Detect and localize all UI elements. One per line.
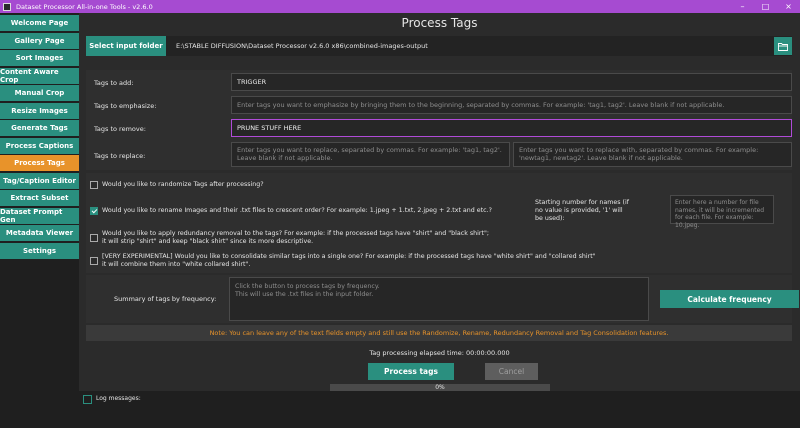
summary-placeholder-line1: Click the button to process tags by freq… bbox=[235, 283, 380, 290]
open-folder-button[interactable] bbox=[774, 37, 792, 55]
sidebar-item-tag-caption-editor[interactable]: Tag/Caption Editor bbox=[0, 172, 79, 189]
sidebar-item-generate-tags[interactable]: Generate Tags bbox=[0, 120, 79, 136]
sidebar-item-dataset-prompt-gen[interactable]: Dataset Prompt Gen bbox=[0, 207, 79, 224]
sidebar-item-gallery-page[interactable]: Gallery Page bbox=[0, 32, 79, 49]
log-panel: Log messages: bbox=[79, 391, 800, 428]
summary-output[interactable]: Click the button to process tags by freq… bbox=[229, 277, 649, 321]
select-input-folder-button[interactable]: Select input folder bbox=[86, 36, 166, 56]
sidebar-item-process-tags[interactable]: Process Tags bbox=[0, 155, 79, 171]
sidebar-item-resize-images[interactable]: Resize Images bbox=[0, 102, 79, 119]
window-controls: – □ × bbox=[731, 0, 800, 13]
sidebar-item-manual-crop[interactable]: Manual Crop bbox=[0, 85, 79, 101]
window-title: Dataset Processor All-in-one Tools - v2.… bbox=[16, 2, 153, 11]
sidebar-item-settings[interactable]: Settings bbox=[0, 242, 79, 259]
minimize-button[interactable]: – bbox=[731, 0, 754, 13]
sidebar-item-sort-images[interactable]: Sort Images bbox=[0, 50, 79, 66]
close-button[interactable]: × bbox=[777, 0, 800, 13]
options-panel: Would you like to randomize Tags after p… bbox=[86, 173, 792, 273]
rename-checkbox[interactable] bbox=[90, 207, 98, 215]
sidebar-item-welcome-page[interactable]: Welcome Page bbox=[0, 15, 79, 31]
main-content: Process Tags Select input folder E:\STAB… bbox=[79, 13, 800, 428]
sidebar-item-metadata-viewer[interactable]: Metadata Viewer bbox=[0, 225, 79, 241]
elapsed-time: Tag processing elapsed time: 00:00:00.00… bbox=[369, 349, 510, 357]
randomize-label: Would you like to randomize Tags after p… bbox=[102, 181, 264, 188]
tags-to-remove-label: Tags to remove: bbox=[94, 125, 146, 133]
page-title: Process Tags bbox=[401, 16, 478, 30]
log-messages-label: Log messages: bbox=[96, 395, 141, 402]
tags-to-remove-input[interactable]: PRUNE STUFF HERE bbox=[231, 119, 792, 137]
tag-fields-panel: Tags to add: TRIGGER Tags to emphasize: … bbox=[86, 70, 792, 170]
tags-to-add-input[interactable]: TRIGGER bbox=[231, 73, 792, 91]
summary-placeholder-line2: This will use the .txt files in the inpu… bbox=[235, 291, 374, 298]
note-text: Note: You can leave any of the text fiel… bbox=[86, 325, 792, 341]
consolidate-label-line1: [VERY EXPERIMENTAL] Would you like to co… bbox=[102, 253, 596, 260]
tags-to-replace-input[interactable]: Enter tags you want to replace, separate… bbox=[231, 142, 510, 167]
tags-to-emphasize-label: Tags to emphasize: bbox=[94, 102, 157, 110]
redundancy-label-line2: it will strip "shirt" and keep "black sh… bbox=[102, 238, 314, 245]
log-toggle-icon[interactable] bbox=[83, 395, 92, 404]
redundancy-checkbox[interactable] bbox=[90, 234, 98, 242]
tags-to-emphasize-input[interactable]: Enter tags you want to emphasize by brin… bbox=[231, 96, 792, 114]
title-bar: Dataset Processor All-in-one Tools - v2.… bbox=[0, 0, 800, 13]
sidebar: Welcome Page Gallery Page Sort Images Co… bbox=[0, 13, 79, 428]
consolidate-checkbox[interactable] bbox=[90, 257, 98, 265]
app-icon bbox=[3, 2, 11, 11]
randomize-checkbox[interactable] bbox=[90, 181, 98, 189]
tags-replace-with-input[interactable]: Enter tags you want to replace with, sep… bbox=[513, 142, 792, 167]
consolidate-label-line2: it will combine them into "white collare… bbox=[102, 261, 251, 268]
starting-number-input[interactable]: Enter here a number for file names, it w… bbox=[670, 195, 774, 229]
cancel-button[interactable]: Cancel bbox=[485, 363, 538, 380]
summary-panel: Summary of tags by frequency: Click the … bbox=[86, 275, 799, 323]
sidebar-item-process-captions[interactable]: Process Captions bbox=[0, 137, 79, 154]
summary-label: Summary of tags by frequency: bbox=[114, 295, 217, 303]
sidebar-item-content-aware-crop[interactable]: Content Aware Crop bbox=[0, 67, 79, 84]
redundancy-label-line1: Would you like to apply redundancy remov… bbox=[102, 230, 489, 237]
tags-to-add-label: Tags to add: bbox=[94, 79, 134, 87]
input-folder-path: E:\STABLE DIFFUSION\Dataset Processor v2… bbox=[176, 42, 428, 50]
rename-label: Would you like to rename Images and thei… bbox=[102, 207, 492, 214]
starting-number-label: Starting number for names (if no value i… bbox=[535, 199, 629, 222]
calculate-frequency-button[interactable]: Calculate frequency bbox=[660, 290, 799, 308]
process-tags-button[interactable]: Process tags bbox=[368, 363, 454, 380]
sidebar-item-extract-subset[interactable]: Extract Subset bbox=[0, 190, 79, 206]
tags-to-replace-label: Tags to replace: bbox=[94, 152, 146, 160]
folder-open-icon bbox=[778, 42, 788, 51]
input-folder-row: Select input folder E:\STABLE DIFFUSION\… bbox=[86, 36, 792, 56]
maximize-button[interactable]: □ bbox=[754, 0, 777, 13]
